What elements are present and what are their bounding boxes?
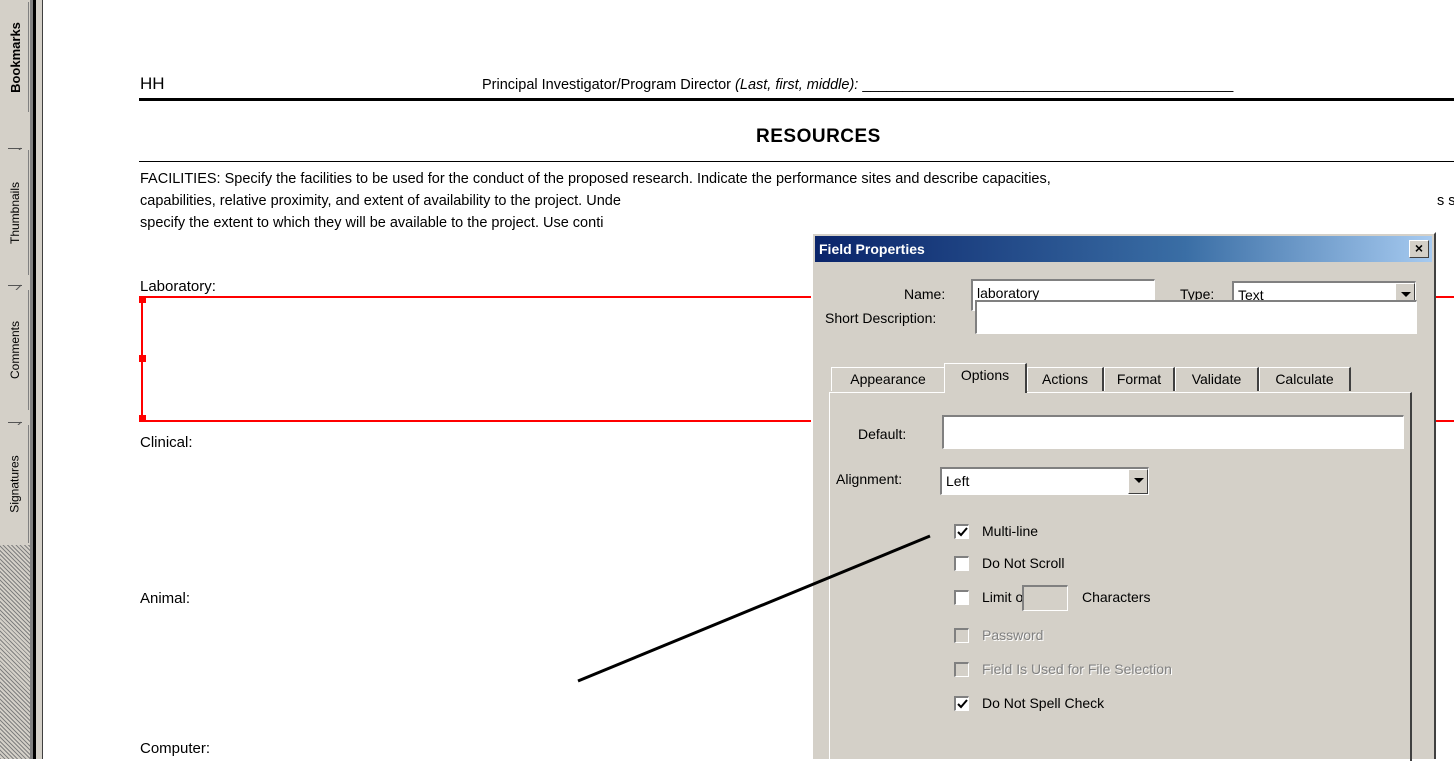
resize-handle[interactable] (139, 296, 146, 303)
tab-actions-label: Actions (1042, 371, 1088, 387)
tab-actions[interactable]: Actions (1027, 367, 1104, 391)
tab-options-label: Options (960, 367, 1010, 383)
do-not-spell-check-label: Do Not Spell Check (982, 695, 1105, 711)
default-label: Default: (858, 426, 907, 442)
tab-validate[interactable]: Validate (1175, 367, 1259, 391)
multiline-label: Multi-line (982, 523, 1039, 539)
facilities-line-3: specify the extent to which they will be… (140, 215, 604, 231)
tab-thumbnails-label: Thumbnails (8, 181, 22, 244)
facilities-overflow-text: s s (1437, 193, 1454, 209)
tab-separator (8, 285, 22, 286)
do-not-spell-check-checkbox[interactable] (954, 696, 969, 711)
tab-comments[interactable]: Comments (2, 290, 29, 410)
header-rule (139, 98, 1454, 101)
limit-of-label: Limit of (982, 589, 1028, 605)
tab-thumbnails[interactable]: Thumbnails (2, 150, 29, 275)
tab-separator (8, 422, 22, 423)
tab-calculate-label: Calculate (1275, 371, 1334, 387)
file-selection-label: Field Is Used for File Selection (982, 661, 1172, 677)
pi-label: Principal Investigator/Program Director (482, 77, 736, 93)
tab-signatures[interactable]: Signatures (2, 425, 29, 543)
pi-blank: ________________________________________… (858, 77, 1234, 93)
tab-validate-label: Validate (1191, 371, 1242, 387)
laboratory-label: Laboratory: (140, 278, 216, 295)
tab-bookmarks[interactable]: Bookmarks (2, 2, 29, 112)
resize-handle[interactable] (139, 415, 146, 422)
character-limit-input (1022, 585, 1068, 611)
resize-handle[interactable] (139, 355, 146, 362)
close-button[interactable]: × (1409, 240, 1429, 258)
name-input-value: laboratory (977, 285, 1040, 301)
tab-appearance[interactable]: Appearance (831, 367, 946, 391)
pi-hint: (Last, first, middle): (735, 77, 859, 93)
close-icon: × (1414, 240, 1424, 256)
limit-of-checkbox[interactable] (954, 590, 969, 605)
dialog-title: Field Properties (819, 241, 925, 257)
header-initials: HH (140, 74, 165, 93)
options-panel: Default: Alignment: Left Multi-line Do N… (829, 392, 1412, 761)
characters-label: Characters (1082, 589, 1151, 605)
facilities-line-1: FACILITIES: Specify the facilities to be… (140, 171, 1051, 187)
chevron-down-icon[interactable] (1128, 469, 1148, 494)
multiline-checkbox[interactable] (954, 524, 969, 539)
tab-appearance-label: Appearance (850, 371, 926, 387)
tab-separator (8, 148, 22, 149)
password-label: Password (982, 627, 1044, 643)
alignment-select[interactable]: Left (940, 467, 1149, 495)
do-not-scroll-checkbox[interactable] (954, 556, 969, 571)
do-not-scroll-label: Do Not Scroll (982, 555, 1065, 571)
alignment-label: Alignment: (836, 471, 903, 487)
short-description-input[interactable] (975, 300, 1417, 334)
clinical-label: Clinical: (140, 434, 193, 451)
file-selection-checkbox (954, 662, 969, 677)
tab-options[interactable]: Options (944, 363, 1027, 393)
pi-header-line: Principal Investigator/Program Director … (482, 77, 1233, 93)
tab-format-label: Format (1116, 371, 1162, 387)
tab-format[interactable]: Format (1104, 367, 1175, 391)
checkmark-icon (957, 699, 968, 709)
tab-comments-label: Comments (8, 320, 23, 380)
facilities-line-2: capabilities, relative proximity, and ex… (140, 193, 621, 209)
nav-strip-background (0, 545, 30, 759)
alignment-select-value: Left (946, 473, 970, 489)
section-rule (139, 161, 1454, 162)
computer-label: Computer: (140, 740, 211, 757)
animal-label: Animal: (140, 590, 191, 607)
section-title: RESOURCES (756, 126, 881, 147)
dialog-titlebar[interactable]: Field Properties × (815, 236, 1432, 262)
tab-signatures-label: Signatures (8, 455, 22, 513)
tab-calculate[interactable]: Calculate (1259, 367, 1351, 391)
name-label: Name: (904, 286, 946, 302)
short-description-label: Short Description: (825, 310, 937, 326)
password-checkbox (954, 628, 969, 643)
tab-bookmarks-label: Bookmarks (7, 21, 23, 93)
field-properties-dialog: Field Properties × Name: laboratory Type… (811, 232, 1436, 761)
default-input[interactable] (942, 415, 1404, 449)
navigation-pane-strip: Bookmarks Thumbnails Comments Signatures (0, 0, 30, 759)
checkmark-icon (957, 527, 968, 537)
